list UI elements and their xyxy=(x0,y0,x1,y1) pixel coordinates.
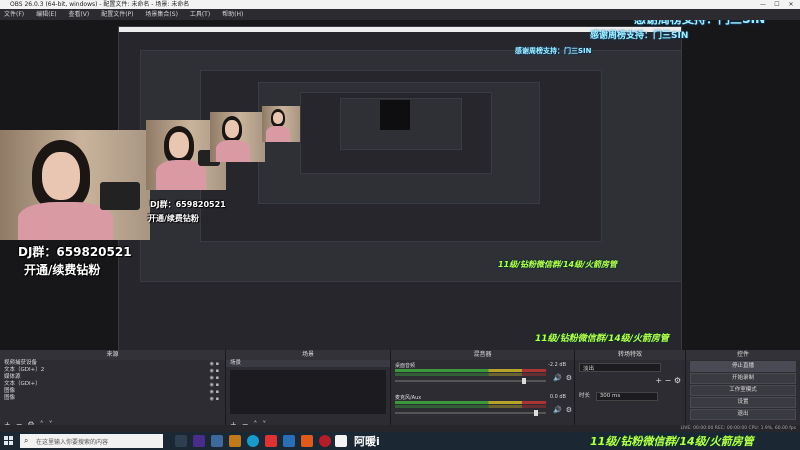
folder-icon[interactable] xyxy=(229,435,241,447)
webcam-feed-nested-2 xyxy=(210,112,265,162)
mixer-channel-mic: 麦克风/Aux 0.0 dB 🔊 ⚙ xyxy=(391,392,574,420)
channel-db: -2.2 dB xyxy=(548,362,566,368)
studio-mode-button[interactable]: 工作室模式 xyxy=(690,385,796,396)
menu-profile[interactable]: 配置文件(P) xyxy=(101,11,133,18)
menu-file[interactable]: 文件(F) xyxy=(4,11,24,18)
dock-area: 来源 视频捕获设备 ◉ ▪ 文本（GDI+）2 ◉ ▪ 媒体源 ◉ ▪ 文本（GDI+… xyxy=(0,350,800,432)
settings-button[interactable]: 设置 xyxy=(690,397,796,408)
webcam-feed xyxy=(0,130,150,240)
volume-meter xyxy=(395,401,546,404)
thanks-overlay-nested: 感谢周榜支持：门三SIN xyxy=(590,31,689,41)
maximize-button[interactable]: ☐ xyxy=(770,0,784,9)
menu-help[interactable]: 帮助(H) xyxy=(222,11,243,18)
app-icon[interactable] xyxy=(301,435,313,447)
scene-item[interactable]: 场景 xyxy=(226,360,390,367)
task-view-icon[interactable] xyxy=(175,435,187,447)
duration-input[interactable]: 300 ms xyxy=(595,392,658,401)
taskbar-app-label[interactable]: 阿暖i xyxy=(354,433,380,449)
windows-start-icon[interactable] xyxy=(4,436,14,446)
speaker-icon[interactable]: 🔊 xyxy=(553,406,562,414)
app-icon[interactable] xyxy=(193,435,205,447)
app-icon[interactable] xyxy=(283,435,295,447)
minimize-button[interactable]: — xyxy=(756,0,770,9)
window-titlebar: OBS 26.0.3 (64-bit, windows) - 配置文件: 未命名… xyxy=(0,0,800,9)
status-bar: LIVE: 00:00:00 REC: 00:00:00 CPU: 1.9%, … xyxy=(0,425,800,432)
menu-tools[interactable]: 工具(T) xyxy=(190,11,210,18)
volume-meter xyxy=(395,405,546,408)
menu-edit[interactable]: 编辑(E) xyxy=(36,11,56,18)
menu-view[interactable]: 查看(V) xyxy=(68,11,89,18)
transition-buttons: + − ⚙ xyxy=(575,375,685,388)
webcam-feed-nested-3 xyxy=(262,106,300,142)
exit-button[interactable]: 退出 xyxy=(690,409,796,420)
remove-transition-button[interactable]: − xyxy=(665,376,672,385)
mixer-dock: 混音器 桌面音频 -2.2 dB 🔊 ⚙ 麦克风/Aux 0.0 dB 🔊 ⚙ xyxy=(391,350,575,432)
sources-dock: 来源 视频捕获设备 ◉ ▪ 文本（GDI+）2 ◉ ▪ 媒体源 ◉ ▪ 文本（GDI+… xyxy=(0,350,226,432)
group-overlay-nested-2: 11级/钻粉微信群/14级/火箭房管 xyxy=(498,260,618,269)
volume-knob[interactable] xyxy=(521,378,526,384)
window-title: OBS 26.0.3 (64-bit, windows) - 配置文件: 未命名… xyxy=(10,1,190,8)
thanks-overlay: 感谢周榜支持：门三SIN xyxy=(634,20,765,27)
dj-group-overlay: DJ群：659820521 xyxy=(18,245,132,259)
duration-row: 时长 300 ms xyxy=(575,388,685,404)
open-gift-overlay: 开通/续费钻粉 xyxy=(24,263,101,277)
gear-icon[interactable]: ⚙ xyxy=(566,374,572,382)
transition-settings-icon[interactable]: ⚙ xyxy=(674,376,681,385)
speaker-icon[interactable]: 🔊 xyxy=(553,374,562,382)
duration-label: 时长 xyxy=(579,393,591,399)
group-overlay-main: 11级/钻粉微信群/14级/火箭房管 xyxy=(590,435,754,448)
group-overlay-nested-1: 11级/钻粉微信群/14级/火箭房管 xyxy=(535,334,669,344)
mini-dj-overlay: DJ群：659820521 xyxy=(150,200,226,209)
menu-bar: 文件(F) 编辑(E) 查看(V) 配置文件(P) 场景集合(S) 工具(T) … xyxy=(0,9,800,20)
netease-music-icon[interactable] xyxy=(319,435,331,447)
source-item[interactable]: 文本（GDI+）2 ◉ ▪ xyxy=(0,367,225,374)
controls-dock: 控件 停止直播 开始录制 工作室模式 设置 退出 xyxy=(686,350,800,432)
stop-streaming-button[interactable]: 停止直播 xyxy=(690,361,796,372)
mixer-title: 混音器 xyxy=(391,350,574,360)
taskbar: ⌕ 在这里输入你要搜索的内容 阿暖i 11级/钻粉微信群/14级/火箭房管 xyxy=(0,432,800,450)
app-icon[interactable] xyxy=(211,435,223,447)
volume-knob[interactable] xyxy=(533,410,538,416)
transitions-dock: 转场特效 淡出 + − ⚙ 时长 300 ms xyxy=(575,350,686,432)
taskbar-search[interactable]: ⌕ 在这里输入你要搜索的内容 xyxy=(20,434,163,448)
channel-db: 0.0 dB xyxy=(549,394,566,400)
source-item[interactable]: 图像 ◉ ▪ xyxy=(0,395,225,402)
transition-select[interactable]: 淡出 xyxy=(579,363,661,372)
sources-title: 来源 xyxy=(0,350,225,360)
gear-icon[interactable]: ⚙ xyxy=(566,406,572,414)
volume-meter xyxy=(395,369,546,372)
search-icon: ⌕ xyxy=(24,436,29,445)
scenes-list[interactable] xyxy=(230,370,386,414)
start-recording-button[interactable]: 开始录制 xyxy=(690,373,796,384)
source-item[interactable]: 图像 ◉ ▪ xyxy=(0,388,225,395)
browser-icon[interactable] xyxy=(247,435,259,447)
volume-slider[interactable] xyxy=(395,378,546,384)
source-item[interactable]: 媒体源 ◉ ▪ xyxy=(0,374,225,381)
volume-slider[interactable] xyxy=(395,410,546,416)
obs-icon[interactable] xyxy=(335,435,347,447)
window-controls: — ☐ ✕ xyxy=(756,0,798,9)
mini-open-overlay: 开通/续费钻粉 xyxy=(148,214,199,223)
scenes-title: 场景 xyxy=(226,350,390,360)
search-placeholder: 在这里输入你要搜索的内容 xyxy=(36,439,109,446)
add-transition-button[interactable]: + xyxy=(655,376,662,385)
transition-select-row: 淡出 xyxy=(575,360,685,375)
source-item[interactable]: 视频捕获设备 ◉ ▪ xyxy=(0,360,225,367)
eye-lock-icon[interactable]: ◉ ▪ xyxy=(210,396,219,403)
thanks-overlay-nested-2: 感谢周榜支持：门三SIN xyxy=(515,47,592,55)
controls-title: 控件 xyxy=(686,350,800,360)
recursion-center xyxy=(380,100,410,130)
scenes-dock: 场景 场景 +−˄˅ xyxy=(226,350,391,432)
source-item[interactable]: 文本（GDI+） ◉ ▪ xyxy=(0,381,225,388)
menu-scene-collection[interactable]: 场景集合(S) xyxy=(145,11,178,18)
mixer-channel-desktop: 桌面音频 -2.2 dB 🔊 ⚙ xyxy=(391,360,574,388)
app-icon[interactable] xyxy=(265,435,277,447)
transitions-title: 转场特效 xyxy=(575,350,685,360)
volume-meter xyxy=(395,373,546,376)
preview-canvas[interactable]: 感谢周榜支持：门三SIN 感谢周榜支持：门三SIN 感谢周榜支持：门三SIN D… xyxy=(0,20,800,350)
close-button[interactable]: ✕ xyxy=(784,0,798,9)
